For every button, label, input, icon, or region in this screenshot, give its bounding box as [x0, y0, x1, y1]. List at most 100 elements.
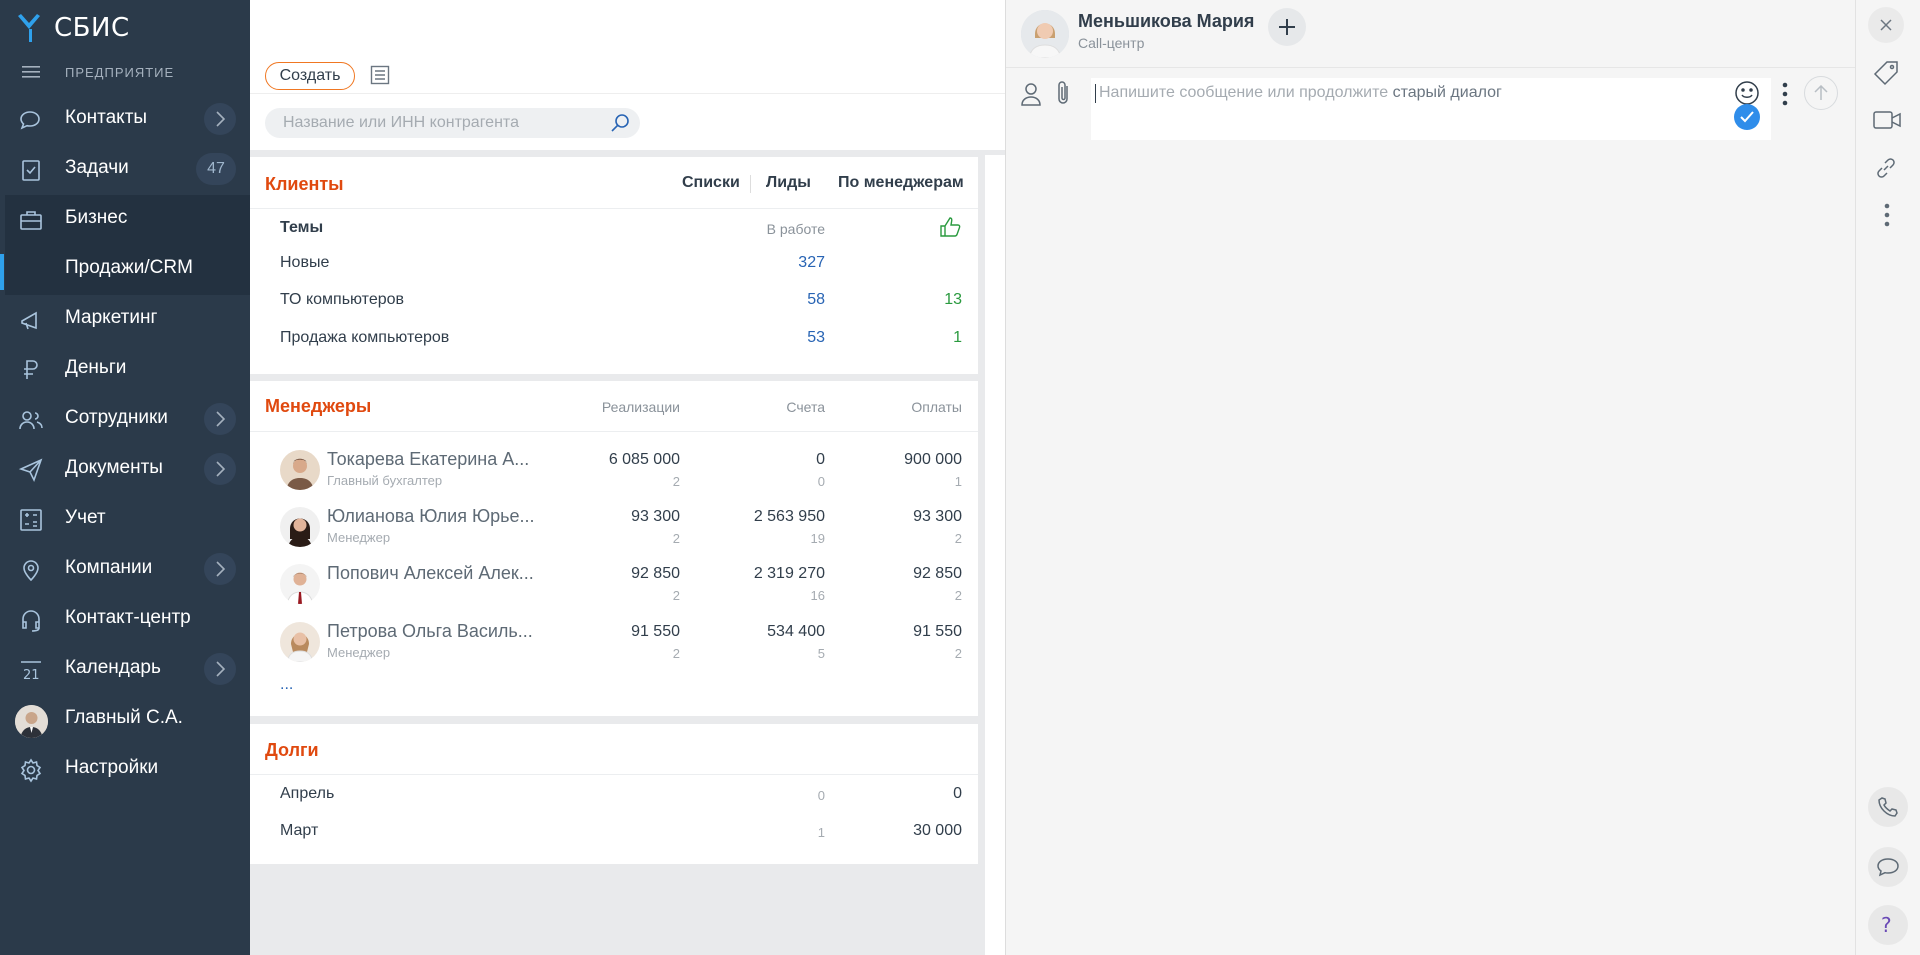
company-switcher[interactable]: ПРЕДПРИЯТИЕ [0, 60, 250, 84]
divider [250, 774, 978, 775]
nav-label: Сотрудники [65, 407, 168, 428]
nav-label: Деньги [65, 357, 127, 378]
search-icon[interactable] [610, 113, 630, 133]
chevron-right-icon[interactable] [204, 653, 236, 685]
chevron-right-icon[interactable] [204, 553, 236, 585]
nav-item-marketing[interactable]: Маркетинг [0, 294, 250, 344]
search-input[interactable]: Название или ИНН контрагента [265, 108, 640, 138]
paper-plane-icon [18, 458, 43, 483]
nav-item-employees[interactable]: Сотрудники [0, 394, 250, 444]
more-vertical-icon[interactable] [1782, 82, 1788, 106]
logo[interactable]: СБИС [16, 10, 130, 46]
nav-label: Бизнес [65, 207, 128, 228]
thumbs-up-icon [940, 217, 961, 237]
send-button[interactable] [1804, 76, 1838, 110]
chat-bubbles-icon [20, 111, 40, 130]
theme-row-name[interactable]: Продажа компьютеров [280, 329, 449, 347]
nav-item-contacts[interactable]: Контакты [0, 94, 250, 144]
contact-avatar[interactable] [1021, 10, 1069, 58]
messages-button[interactable] [1868, 847, 1908, 887]
manager-avatar [280, 507, 320, 547]
message-input[interactable]: Напишите сообщение или продолжите старый… [1091, 78, 1771, 140]
video-camera-icon[interactable] [1873, 110, 1901, 130]
help-button[interactable]: ? [1868, 905, 1908, 945]
realizations-count: 2 [672, 646, 680, 661]
manager-name: Попович Алексей Алек... [327, 563, 534, 583]
nav-label: Главный С.А. [65, 707, 183, 728]
theme-row-name[interactable]: ТО компьютеров [280, 291, 404, 309]
add-participant-button[interactable] [1268, 8, 1306, 46]
question-icon: ? [1881, 914, 1892, 936]
calendar-icon: 21 [21, 661, 41, 683]
headset-icon [22, 610, 40, 632]
paperclip-icon[interactable] [1056, 80, 1072, 106]
old-dialog-link[interactable]: старый диалог [1393, 84, 1502, 101]
manager-role: Главный бухгалтер [327, 473, 443, 488]
nav-item-calendar[interactable]: 21 Календарь [0, 644, 250, 694]
emoji-icon[interactable] [1734, 80, 1760, 106]
debt-count: 1 [817, 825, 825, 840]
ruble-icon [24, 360, 38, 379]
debt-amount[interactable]: 30 000 [862, 822, 962, 840]
manager-name: Петрова Ольга Василь... [327, 621, 533, 641]
chat-header: Меньшикова Мария Call-центр [1006, 0, 1856, 68]
nav-item-settings[interactable]: Настройки [0, 744, 250, 794]
nav-item-contact-center[interactable]: Контакт-центр [0, 594, 250, 644]
col-payments: Оплаты [911, 399, 962, 415]
divider [250, 431, 978, 432]
nav-item-money[interactable]: Деньги [0, 344, 250, 394]
theme-row-in-work[interactable]: 53 [725, 329, 825, 347]
theme-row-name[interactable]: Новые [280, 254, 329, 272]
manager-role: Менеджер [327, 645, 391, 660]
menu-icon[interactable] [22, 66, 40, 78]
tab-lists[interactable]: Списки [682, 174, 740, 192]
person-icon[interactable] [1020, 82, 1042, 106]
managers-title[interactable]: Менеджеры [265, 396, 371, 417]
manager-role: Менеджер [327, 530, 391, 545]
sbis-logo-icon [18, 14, 40, 42]
more-managers-link[interactable]: ... [280, 676, 293, 694]
nav-item-accounting[interactable]: Учет [0, 494, 250, 544]
close-button[interactable] [1868, 7, 1904, 43]
nav-label: Контакт-центр [65, 607, 191, 628]
nav-item-business[interactable]: Бизнес [0, 194, 250, 244]
theme-row-in-work[interactable]: 58 [725, 291, 825, 309]
invoices-value: 0 [816, 451, 825, 468]
more-vertical-icon[interactable] [1884, 203, 1890, 227]
create-button[interactable]: Создать [265, 62, 355, 90]
chevron-right-icon[interactable] [204, 103, 236, 135]
nav-item-profile[interactable]: Главный С.А. [0, 694, 250, 744]
contact-department: Call-центр [1078, 35, 1145, 51]
tab-leads[interactable]: Лиды [766, 174, 811, 192]
payments-value: 92 850 [913, 565, 962, 582]
nav-item-sales-crm[interactable]: Продажи/CRM [0, 244, 250, 294]
clients-title[interactable]: Клиенты [265, 174, 344, 195]
nav-label: Учет [65, 507, 106, 528]
contact-name[interactable]: Меньшикова Мария [1078, 11, 1254, 32]
debt-amount[interactable]: 0 [862, 785, 962, 803]
nav-item-tasks[interactable]: Задачи 47 [0, 144, 250, 194]
tab-by-managers[interactable]: По менеджерам [838, 174, 964, 192]
invoices-count: 19 [810, 531, 825, 546]
call-button[interactable] [1868, 787, 1908, 827]
theme-row-liked[interactable]: 1 [862, 329, 962, 347]
col-invoices: Счета [786, 399, 825, 415]
debt-month[interactable]: Март [280, 822, 318, 840]
theme-row-in-work[interactable]: 327 [725, 254, 825, 272]
nav-item-documents[interactable]: Документы [0, 444, 250, 494]
link-icon[interactable] [1873, 155, 1899, 181]
checkmark-icon[interactable] [1734, 104, 1760, 130]
manager-avatar [280, 450, 320, 490]
nav-item-companies[interactable]: Компании [0, 544, 250, 594]
tag-icon[interactable] [1873, 60, 1899, 86]
invoices-value: 534 400 [767, 623, 825, 640]
theme-row-liked[interactable]: 13 [862, 291, 962, 309]
message-placeholder: Напишите сообщение или продолжите старый… [1099, 84, 1502, 101]
col-realizations: Реализации [601, 399, 680, 415]
debts-title[interactable]: Долги [265, 740, 319, 761]
chevron-right-icon[interactable] [204, 403, 236, 435]
chevron-right-icon[interactable] [204, 453, 236, 485]
list-icon[interactable] [370, 65, 390, 85]
debt-month[interactable]: Апрель [280, 785, 334, 803]
chat-panel: Меньшикова Мария Call-центр Напишите соо… [1005, 0, 1856, 955]
